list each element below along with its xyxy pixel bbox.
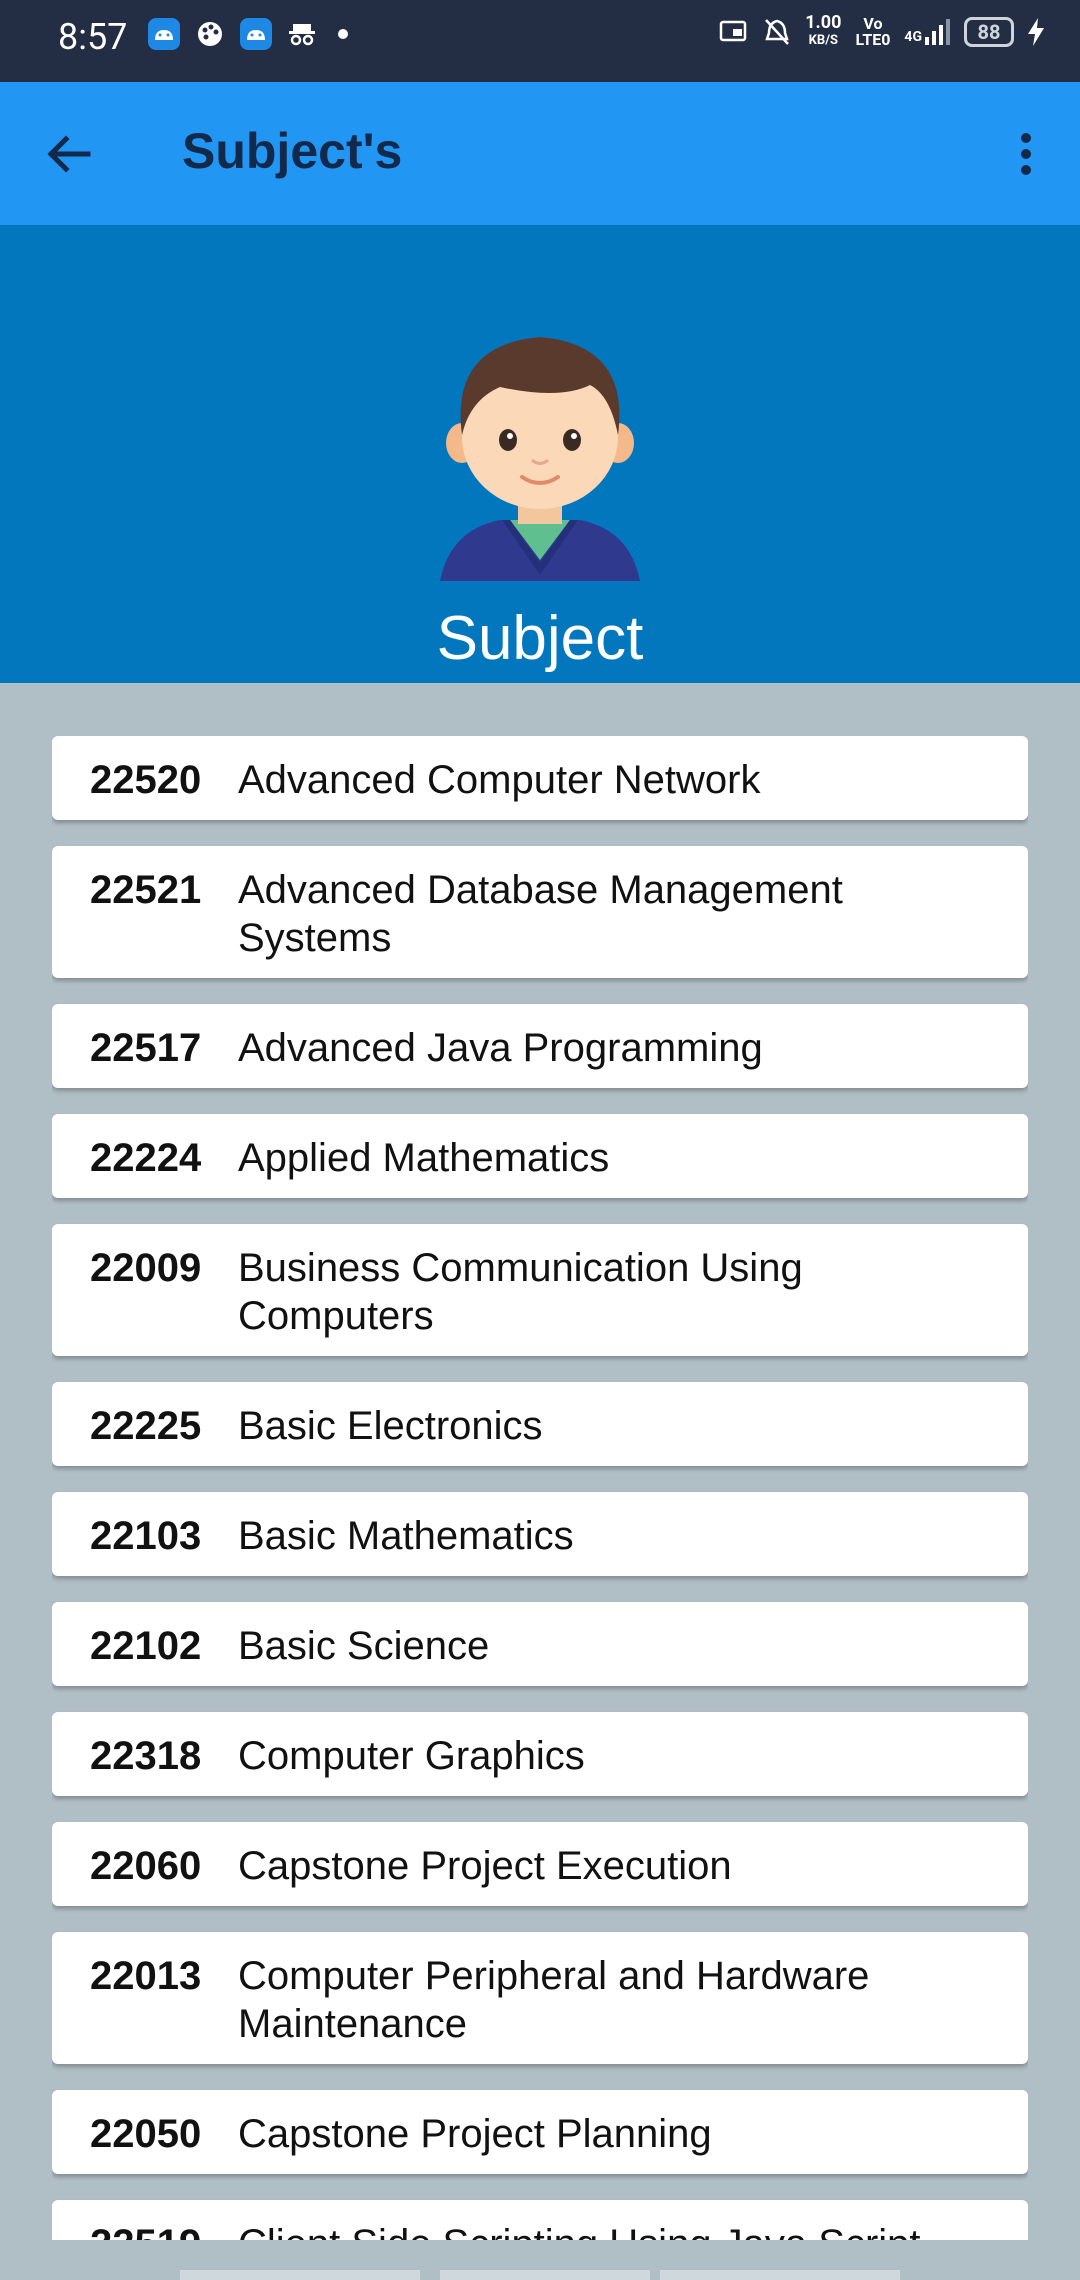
- arrow-back-icon: [47, 135, 91, 173]
- nav-segment-1: [180, 2270, 420, 2280]
- subject-name: Advanced Java Programming: [238, 1026, 763, 1070]
- subject-card[interactable]: 22050 Capstone Project Planning: [52, 2090, 1028, 2174]
- subject-name: Computer Graphics: [238, 1734, 585, 1778]
- system-icons: 1.00 KB/S Vo LTE0 4G 88: [719, 14, 1044, 50]
- network-speed: 1.00 KB/S: [805, 14, 841, 50]
- charging-icon: [1028, 18, 1044, 46]
- avatar-illustration: [440, 337, 640, 581]
- speed-unit: KB/S: [808, 33, 839, 48]
- page-title: Subject's: [182, 123, 403, 179]
- volte-bottom: LTE0: [855, 30, 891, 49]
- subject-code: 22521: [90, 868, 202, 912]
- subject-code: 22009: [90, 1246, 202, 1290]
- subject-name: Basic Science: [238, 1624, 490, 1668]
- subject-card[interactable]: 22520 Advanced Computer Network: [52, 736, 1028, 820]
- subject-code: 22517: [90, 1026, 202, 1070]
- subject-code: 22224: [90, 1136, 202, 1180]
- subject-code: 22519: [52, 2220, 212, 2240]
- subject-card[interactable]: 22521 Advanced Database Management System…: [52, 846, 1028, 978]
- battery-icon: 88: [964, 17, 1014, 47]
- subject-name: Capstone Project Planning: [238, 2112, 712, 2156]
- subject-card[interactable]: 22519Client Side Scripting Using Java Sc…: [52, 2200, 1028, 2240]
- more-notifications-dot: [338, 29, 348, 39]
- subject-list[interactable]: 22520 Advanced Computer Network 22521 Advan…: [52, 736, 1028, 2240]
- subject-code: 22050: [90, 2112, 202, 2156]
- subject-name: Basic Electronics: [238, 1404, 543, 1448]
- notification-icons: [148, 18, 348, 50]
- mute-bell-icon: [765, 19, 790, 45]
- back-button[interactable]: [38, 122, 102, 186]
- subject-name: Business Communication Using Computers: [238, 1246, 803, 1338]
- subject-name: Capstone Project Execution: [238, 1844, 732, 1888]
- volte-indicator: Vo LTE0: [855, 16, 890, 48]
- overflow-menu-button[interactable]: [994, 122, 1058, 186]
- subject-name: Advanced Computer Network: [238, 758, 761, 802]
- app-bar: Subject's: [0, 82, 1080, 225]
- subject-code: 22225: [90, 1404, 202, 1448]
- incognito-icon: [286, 18, 318, 50]
- subject-code: 22520: [90, 758, 202, 802]
- subject-name: Applied Mathematics: [238, 1136, 610, 1180]
- palette-icon: [194, 18, 226, 50]
- header-banner: Subject: [0, 225, 1080, 683]
- subject-card[interactable]: 22013 Computer Peripheral and Hardware Ma…: [52, 1932, 1028, 2064]
- subject-name: Advanced Database Management Systems: [238, 868, 843, 960]
- subject-name: Client Side Scripting Using Java Script: [212, 2220, 1028, 2240]
- speed-value: 1.00: [805, 12, 842, 33]
- android-notification-icon-2: [240, 18, 272, 50]
- network-type: 4G: [904, 29, 922, 45]
- subject-code: 22103: [90, 1514, 202, 1558]
- subject-card[interactable]: 22517 Advanced Java Programming: [52, 1004, 1028, 1088]
- nav-segment-2: [440, 2270, 650, 2280]
- subject-code: 22060: [90, 1844, 202, 1888]
- subject-card[interactable]: 22225 Basic Electronics: [52, 1382, 1028, 1466]
- status-bar: 8:57 1.00 KB/S Vo LTE0 4G 88: [0, 0, 1080, 82]
- subject-card[interactable]: 22060 Capstone Project Execution: [52, 1822, 1028, 1906]
- subject-card[interactable]: 22102 Basic Science: [52, 1602, 1028, 1686]
- subject-name: Computer Peripheral and Hardware Mainten…: [238, 1954, 870, 2046]
- subject-code: 22013: [90, 1954, 202, 1998]
- nav-segment-3: [660, 2270, 900, 2280]
- subject-code: 22102: [90, 1624, 202, 1668]
- subject-card[interactable]: 22224 Applied Mathematics: [52, 1114, 1028, 1198]
- subject-card[interactable]: 22103 Basic Mathematics: [52, 1492, 1028, 1576]
- more-vert-icon: [1021, 133, 1031, 175]
- subject-card[interactable]: 22009 Business Communication Using Comput…: [52, 1224, 1028, 1356]
- subject-card[interactable]: 22318 Computer Graphics: [52, 1712, 1028, 1796]
- subject-name: Basic Mathematics: [238, 1514, 574, 1558]
- subject-code: 22318: [90, 1734, 202, 1778]
- header-title: Subject: [436, 604, 644, 673]
- android-notification-icon: [148, 18, 180, 50]
- cast-icon: [719, 20, 747, 42]
- signal-icon: 4G: [904, 19, 950, 45]
- status-time: 8:57: [58, 16, 128, 58]
